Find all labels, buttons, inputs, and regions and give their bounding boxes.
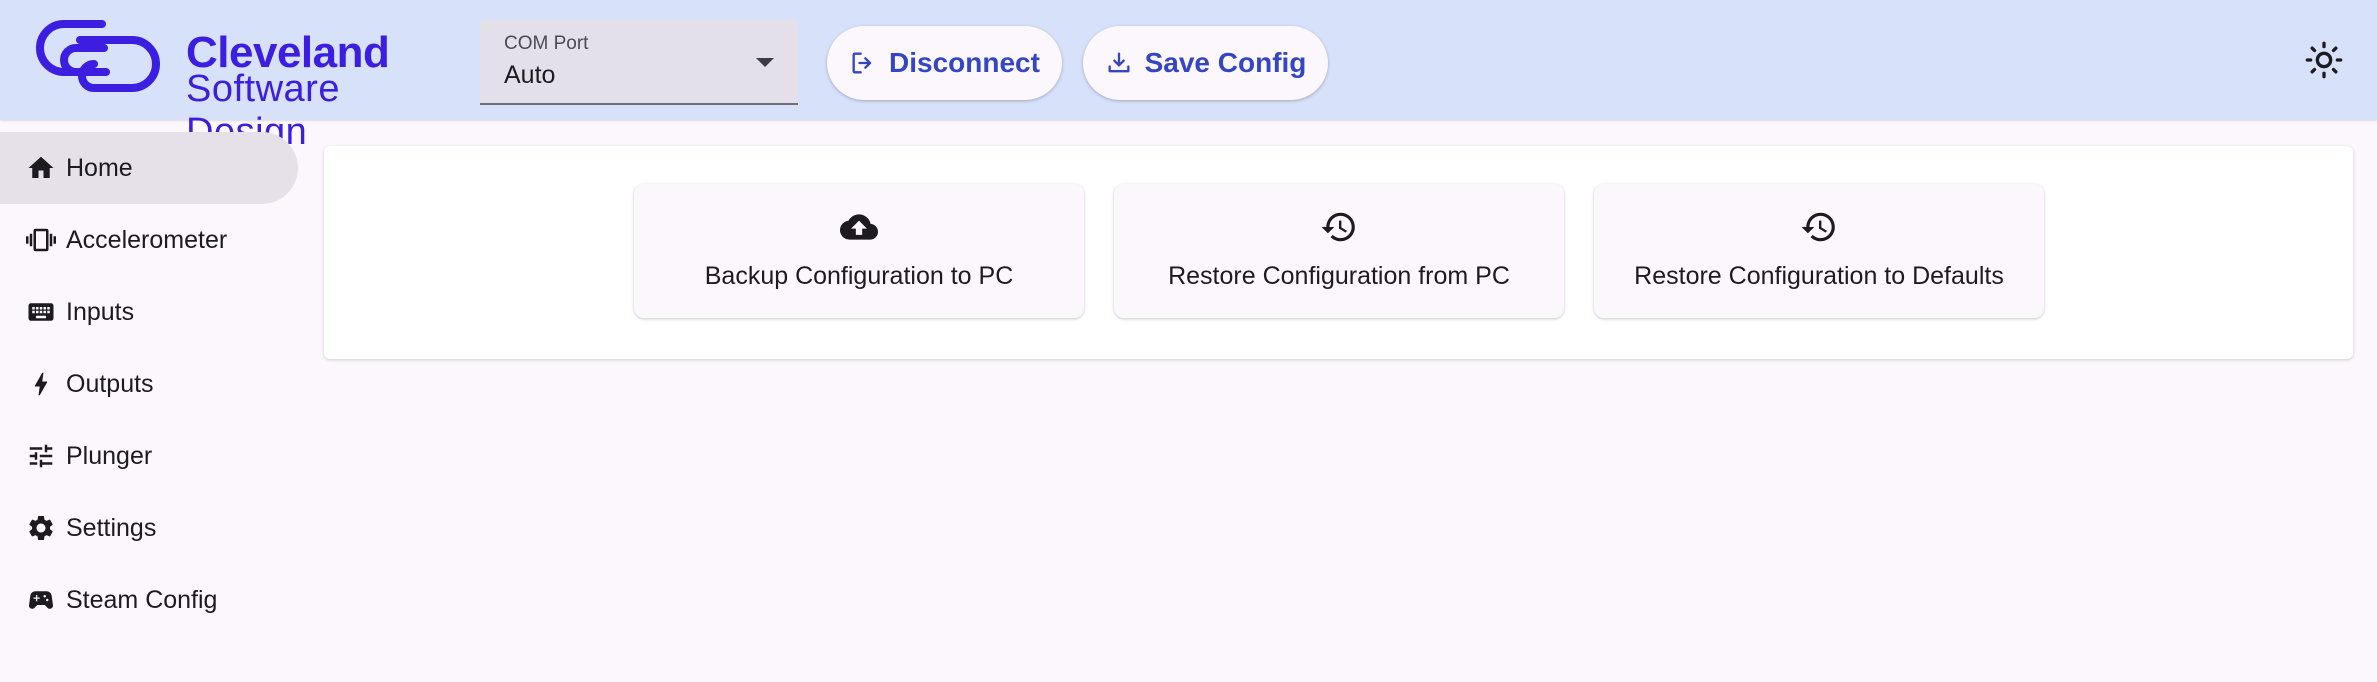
backup-config-button[interactable]: Backup Configuration to PC	[634, 184, 1084, 318]
gamepad-icon	[24, 583, 58, 617]
sidebar-item-label: Settings	[66, 513, 157, 542]
restore-config-defaults-button[interactable]: Restore Configuration to Defaults	[1594, 184, 2044, 318]
gear-icon	[24, 511, 58, 545]
chevron-down-icon	[756, 58, 774, 67]
sidebar-item-inputs[interactable]: Inputs	[0, 276, 298, 348]
backup-config-label: Backup Configuration to PC	[704, 262, 1014, 290]
keyboard-icon	[24, 295, 58, 329]
sidebar-item-plunger[interactable]: Plunger	[0, 420, 298, 492]
cloud-upload-icon	[840, 214, 878, 240]
sidebar-item-steam-config[interactable]: Steam Config	[0, 564, 298, 636]
restore-config-from-pc-label: Restore Configuration from PC	[1168, 262, 1510, 290]
save-config-button[interactable]: Save Config	[1083, 26, 1328, 100]
save-config-label: Save Config	[1144, 47, 1307, 78]
sidebar-item-label: Steam Config	[66, 585, 218, 614]
disconnect-button[interactable]: Disconnect	[827, 26, 1062, 100]
logout-icon	[852, 52, 872, 74]
history-icon	[1801, 212, 1835, 242]
sidebar-nav: Home Accelerometer Inputs Outputs Plunge…	[0, 120, 310, 682]
history-icon	[1321, 212, 1355, 242]
sidebar-item-label: Plunger	[66, 441, 153, 470]
com-port-select[interactable]: COM Port Auto	[480, 20, 798, 105]
com-port-label: COM Port	[504, 33, 589, 54]
sun-icon	[2305, 41, 2343, 79]
sidebar-item-label: Outputs	[66, 369, 154, 398]
home-icon	[24, 151, 58, 185]
sidebar-item-label: Home	[66, 153, 133, 182]
brand-logo: Cleveland Software Design	[24, 10, 454, 153]
logo-mark-icon	[36, 20, 160, 92]
sidebar-item-accelerometer[interactable]: Accelerometer	[0, 204, 298, 276]
restore-config-from-pc-button[interactable]: Restore Configuration from PC	[1114, 184, 1564, 318]
vibration-icon	[24, 223, 58, 257]
restore-config-defaults-label: Restore Configuration to Defaults	[1634, 262, 2004, 290]
disconnect-label: Disconnect	[889, 47, 1040, 78]
theme-toggle-button[interactable]	[2304, 40, 2344, 80]
bolt-icon	[24, 367, 58, 401]
sidebar-item-home[interactable]: Home	[0, 132, 298, 204]
download-icon	[1108, 52, 1130, 73]
sidebar-item-settings[interactable]: Settings	[0, 492, 298, 564]
com-port-value: Auto	[504, 61, 556, 89]
sidebar-item-label: Inputs	[66, 297, 135, 326]
top-app-bar: Cleveland Software Design COM Port Auto …	[0, 0, 2377, 153]
home-panel: Backup Configuration to PC Restore Confi…	[324, 146, 2353, 359]
sidebar-item-label: Accelerometer	[66, 225, 228, 254]
sidebar-item-outputs[interactable]: Outputs	[0, 348, 298, 420]
tune-icon	[24, 439, 58, 473]
